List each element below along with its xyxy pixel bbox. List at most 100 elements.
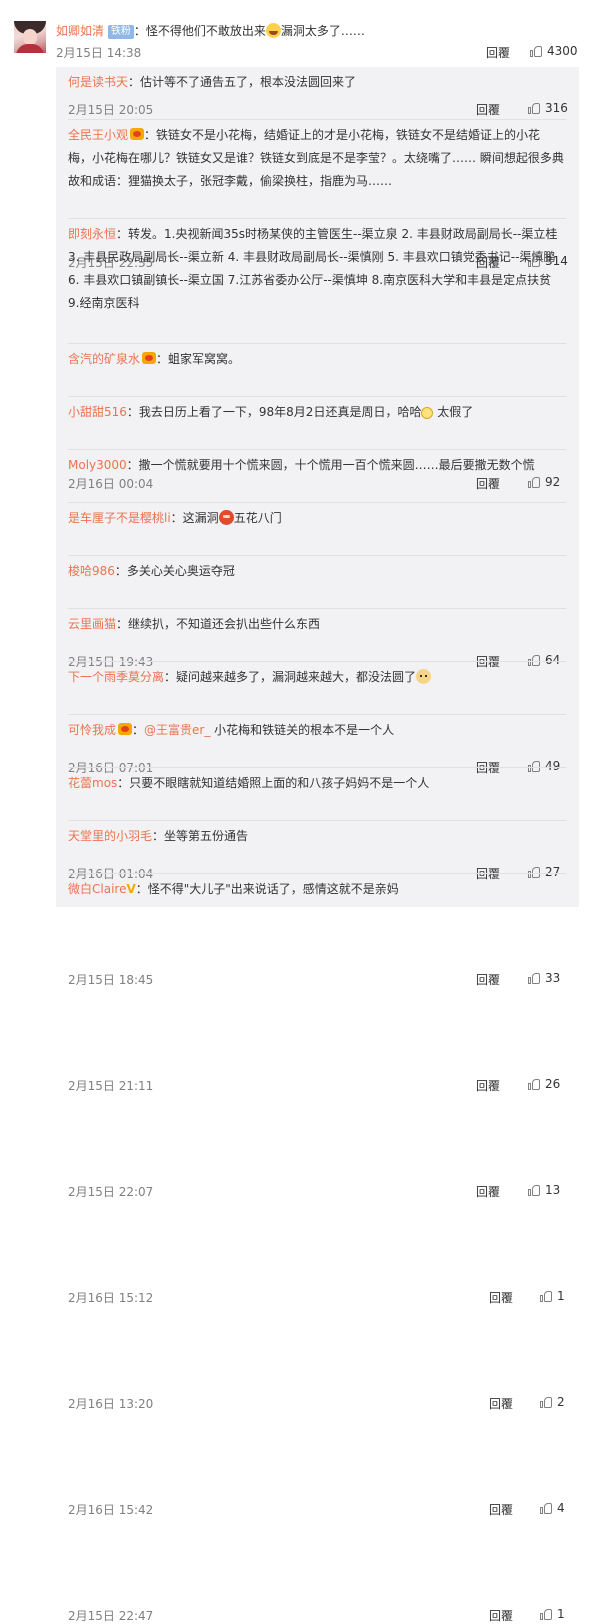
fan-badge[interactable]: 铁粉 — [107, 25, 134, 39]
reply-username-link[interactable]: 含汽的矿泉水 — [68, 352, 140, 366]
reply-text: ：撒一个慌就要用十个慌来圆，十个慌用一百个慌来圆……最后要撒无数个慌 — [126, 458, 535, 472]
like-button[interactable]: 4 — [540, 1501, 565, 1515]
mention-link[interactable]: @王富贵er_ — [144, 723, 210, 737]
thumbs-up-icon — [540, 1608, 552, 1620]
reply-item: 全民王小观 ：铁链女不是小花梅，结婚证上的才是小花梅，铁链女不是结婚证上的小花梅，… — [68, 124, 568, 270]
reply-item: 云里画猫：继续扒，不知道还会扒出些什么东西 2月15日 22:07 回覆 13 — [68, 613, 566, 1199]
like-count: 1 — [557, 1289, 565, 1303]
thumbs-up-icon — [528, 1078, 540, 1090]
reply-text: ：多关心关心奥运夺冠 — [114, 564, 235, 578]
laugh-emoji-icon — [265, 23, 281, 38]
reply-username-link[interactable]: 梭哈986 — [68, 564, 115, 578]
thumbs-up-icon — [528, 1184, 540, 1196]
reply-button[interactable]: 回覆 — [489, 1395, 513, 1412]
like-button[interactable]: 26 — [528, 1077, 560, 1091]
thumbs-up-icon — [540, 1396, 552, 1408]
thumbs-up-icon — [540, 1502, 552, 1514]
like-button[interactable]: 1 — [540, 1607, 565, 1621]
like-button[interactable]: 1 — [540, 1289, 565, 1303]
reply-text: ：这漏洞 — [170, 511, 219, 525]
reply-date: 2月15日 18:45 — [68, 973, 154, 987]
comment-text: ：怪不得他们不敢放出来 — [133, 24, 266, 38]
like-count: 4 — [557, 1501, 565, 1515]
reply-date: 2月16日 13:20 — [68, 1397, 154, 1411]
vip-badge-icon — [142, 352, 157, 364]
like-button[interactable]: 316 — [528, 101, 568, 115]
like-count: 2 — [557, 1395, 565, 1409]
reply-text-tail: 五花八门 — [233, 511, 282, 525]
like-button[interactable]: 2 — [540, 1395, 565, 1409]
like-count: 316 — [545, 101, 568, 115]
reply-text: ：坐等第五份通告 — [152, 829, 249, 843]
reply-username-link[interactable]: 小甜甜516 — [68, 405, 127, 419]
reply-item: 含汽的矿泉水 ：蛆家军窝窝。 2月15日 19:43 回覆 64 — [68, 348, 566, 669]
reply-username-link[interactable]: 花蕾mos — [68, 776, 117, 790]
reply-button[interactable]: 回覆 — [489, 1607, 513, 1624]
username-link[interactable]: 如卿如清 — [56, 24, 104, 38]
reply-text: ：我去日历上看了一下，98年8月2日还真是周日，哈哈 — [126, 405, 422, 419]
reply-date: 2月15日 20:05 — [68, 103, 154, 117]
angry-emoji-icon — [218, 510, 234, 525]
reply-date: 2月16日 15:42 — [68, 1503, 154, 1517]
reply-username-link[interactable]: 下一个雨季莫分离 — [68, 670, 164, 684]
reply-button[interactable]: 回覆 — [489, 1501, 513, 1518]
verified-v-icon: V — [126, 882, 136, 896]
avatar[interactable] — [14, 21, 46, 53]
reply-date: 2月15日 22:47 — [68, 1609, 154, 1623]
reply-username-link[interactable]: 天堂里的小羽毛 — [68, 829, 152, 843]
reply-username-link[interactable]: 可怜我成 — [68, 723, 116, 737]
like-button[interactable]: 33 — [528, 971, 560, 985]
reply-username-link[interactable]: 微白Claire — [68, 882, 126, 896]
reply-item: 下一个雨季莫分离：疑问越来越多了，漏洞越来越大，都没法圆了 2月16日 15:1… — [68, 666, 566, 1305]
thumbs-up-icon — [530, 45, 542, 57]
top-comment-line: 如卿如清 铁粉 ：怪不得他们不敢放出来 漏洞太多了…… — [56, 22, 365, 39]
reply-item: Moly3000：撒一个慌就要用十个慌来圆，十个慌用一百个慌来圆……最后要撒无数… — [68, 454, 566, 881]
reply-button[interactable]: 回覆 — [486, 44, 510, 61]
like-count: 1 — [557, 1607, 565, 1621]
reply-text: ：转发。1.央视新闻35s时杨某侠的主管医生--渠立泉 2. 丰县财政局副局长-… — [68, 227, 558, 310]
like-button[interactable]: 13 — [528, 1183, 560, 1197]
reply-date: 2月15日 21:11 — [68, 1079, 154, 1093]
reply-text-tail: 太假了 — [433, 405, 474, 419]
vip-badge-icon — [118, 723, 133, 735]
vip-badge-icon — [130, 128, 145, 140]
like-count: 13 — [545, 1183, 561, 1197]
reply-username-link[interactable]: 全民王小观 — [68, 128, 128, 142]
reply-text: ： — [132, 723, 145, 737]
reply-item: 可怜我成 ：@王富贵er_ 小花梅和铁链关的根本不是一个人 2月16日 13:20… — [68, 719, 566, 1411]
like-count: 26 — [545, 1077, 561, 1091]
reply-text: ：怪不得"大儿子"出来说话了，感情这就不是亲妈 — [135, 882, 399, 896]
reply-item: 花蕾mos：只要不眼瞎就知道结婚照上面的和八孩子妈妈不是一个人 2月16日 15… — [68, 772, 566, 1517]
reply-text: ：只要不眼瞎就知道结婚照上面的和八孩子妈妈不是一个人 — [117, 776, 430, 790]
thumbs-up-icon — [528, 102, 540, 114]
reply-text-tail: 小花梅和铁链关的根本不是一个人 — [210, 723, 395, 737]
comment-text-tail: 漏洞太多了…… — [280, 24, 365, 38]
reply-button[interactable]: 回覆 — [476, 1183, 500, 1200]
reply-button[interactable]: 回覆 — [476, 1077, 500, 1094]
top-comment: 如卿如清 铁粉 ：怪不得他们不敢放出来 漏洞太多了…… 2月15日 14:38 回覆… — [0, 0, 604, 66]
reply-item: 小甜甜516：我去日历上看了一下，98年8月2日还真是周日，哈哈 太假了 2月1… — [68, 401, 566, 775]
reply-username-link[interactable]: 即刻永恒 — [68, 227, 116, 241]
reply-username-link[interactable]: 云里画猫 — [68, 617, 116, 631]
reply-username-link[interactable]: Moly3000 — [68, 458, 127, 472]
reply-username-link[interactable]: 何是读书天 — [68, 75, 128, 89]
reply-item: 梭哈986：多关心关心奥运夺冠 2月15日 21:11 回覆 26 — [68, 560, 566, 1093]
reply-username-link[interactable]: 是车厘子不是樱桃li — [68, 511, 171, 525]
reply-text: ：估计等不了通告五了，根本没法圆回来了 — [128, 75, 357, 89]
reply-item: 天堂里的小羽毛：坐等第五份通告 2月15日 22:47 回覆 1 — [68, 825, 566, 1623]
reply-item: 是车厘子不是樱桃li：这漏洞 五花八门 2月15日 18:45 回覆 33 — [68, 507, 566, 987]
reply-date: 2月15日 22:07 — [68, 1185, 154, 1199]
reply-item: 何是读书天：估计等不了通告五了，根本没法圆回来了 2月15日 20:05 回覆 … — [68, 71, 568, 120]
reply-date: 2月16日 15:12 — [68, 1291, 154, 1305]
reply-item: 即刻永恒：转发。1.央视新闻35s时杨某侠的主管医生--渠立泉 2. 丰县财政局… — [68, 223, 566, 491]
sub-replies-panel: 何是读书天：估计等不了通告五了，根本没法圆回来了 2月15日 20:05 回覆 … — [56, 67, 579, 1623]
like-count: 4300 — [547, 44, 578, 58]
like-button[interactable]: 4300 — [530, 44, 578, 58]
reply-text: ：疑问越来越多了，漏洞越来越大，都没法圆了 — [164, 670, 417, 684]
reply-text: ：继续扒，不知道还会扒出些什么东西 — [116, 617, 321, 631]
reply-button[interactable]: 回覆 — [476, 101, 500, 118]
reply-button[interactable]: 回覆 — [476, 971, 500, 988]
thumbs-up-icon — [528, 972, 540, 984]
reply-text: ：蛆家军窝窝。 — [156, 352, 241, 366]
reply-button[interactable]: 回覆 — [489, 1289, 513, 1306]
